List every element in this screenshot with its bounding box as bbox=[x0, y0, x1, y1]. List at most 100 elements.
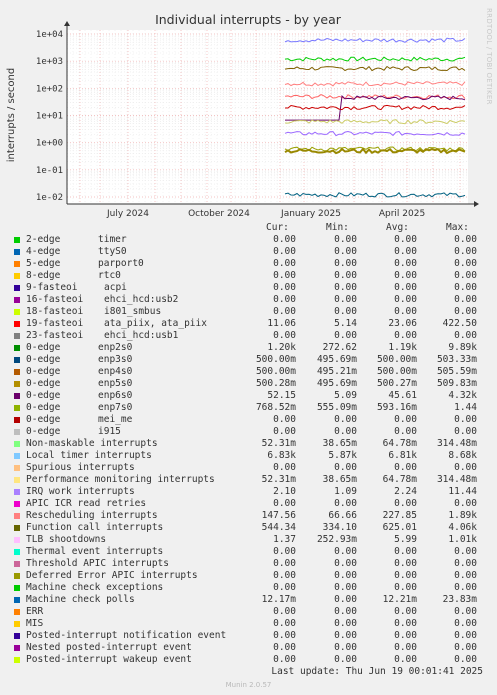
legend-name: Posted-interrupt notification event bbox=[26, 630, 227, 641]
legend-device: enp2s0 bbox=[98, 342, 133, 353]
legend-row: Spurious interrupts 0.00 0.00 0.00 0.00 bbox=[0, 462, 497, 474]
y-axis-label: interrupts / second bbox=[6, 68, 17, 162]
legend-row: 0-edge enp3s0 500.00m 495.69m 500.00m 503.33m bbox=[0, 354, 497, 366]
legend-cur: 0.00 bbox=[273, 246, 296, 257]
legend-swatch bbox=[14, 369, 20, 375]
legend-name: Local timer interrupts bbox=[26, 450, 152, 461]
legend-swatch bbox=[14, 465, 20, 471]
legend-row: 16-fasteoi ehci_hcd:usb2 0.00 0.00 0.00 0.00 bbox=[0, 294, 497, 306]
legend-max: 314.48m bbox=[436, 438, 477, 449]
legend-row: 19-fasteoi ata_piix, ata_piix 11.06 5.14 23.… bbox=[0, 318, 497, 330]
legend-swatch bbox=[14, 633, 20, 639]
legend-name: 0-edge bbox=[26, 342, 61, 353]
legend-swatch bbox=[14, 237, 20, 243]
legend-swatch bbox=[14, 501, 20, 507]
legend-device: enp3s0 bbox=[98, 354, 133, 365]
legend-name: Machine check polls bbox=[26, 594, 135, 605]
legend-swatch bbox=[14, 309, 20, 315]
legend-row: Deferred Error APIC interrupts 0.00 0.00 0.… bbox=[0, 570, 497, 582]
legend-device: enp4s0 bbox=[98, 366, 133, 377]
legend-cur: 0.00 bbox=[273, 462, 296, 473]
legend-max: 0.00 bbox=[454, 414, 477, 425]
x-axis-ticks: July 2024 October 2024 January 2025 April 2… bbox=[106, 209, 425, 219]
legend-cur: 52.31m bbox=[261, 438, 296, 449]
legend-swatch bbox=[14, 381, 20, 387]
legend-swatch bbox=[14, 321, 20, 327]
interrupts-chart: Individual interrupts - by year interrup… bbox=[6, 12, 479, 219]
legend-max: 0.00 bbox=[454, 246, 477, 257]
legend-device: enp5s0 bbox=[98, 378, 133, 389]
legend-name: 23-fasteoi bbox=[26, 330, 84, 341]
legend-row: 23-fasteoi ehci_hcd:usb1 0.00 0.00 0.00 0.00 bbox=[0, 330, 497, 342]
legend-swatch bbox=[14, 357, 20, 363]
legend-row: 0-edge enp6s0 52.15 5.09 45.61 4.32k bbox=[0, 390, 497, 402]
legend-swatch bbox=[14, 297, 20, 303]
legend-swatch bbox=[14, 285, 20, 291]
x-tick-label: April 2025 bbox=[379, 209, 425, 219]
legend-device: parport0 bbox=[98, 258, 144, 269]
header-cur: Cur: bbox=[266, 222, 289, 233]
legend-name: 0-edge bbox=[26, 390, 61, 401]
legend-row: 4-edge ttyS0 0.00 0.00 0.00 0.00 bbox=[0, 246, 497, 258]
legend-max: 1.44 bbox=[454, 402, 477, 413]
legend-name: APIC ICR read retries bbox=[26, 498, 147, 509]
legend-cur: 500.28m bbox=[255, 378, 296, 389]
legend-row: APIC ICR read retries 0.00 0.00 0.00 0.00 bbox=[0, 498, 497, 510]
legend-swatch bbox=[14, 609, 20, 615]
y-axis-arrow bbox=[64, 21, 70, 26]
legend-max: 0.00 bbox=[454, 570, 477, 581]
legend-max: 0.00 bbox=[454, 546, 477, 557]
legend-cur: 1.37 bbox=[273, 534, 296, 545]
legend-name: 9-fasteoi bbox=[26, 282, 78, 293]
legend-swatch bbox=[14, 477, 20, 483]
y-tick-label: 1e+02 bbox=[36, 84, 63, 94]
legend-max: 0.00 bbox=[454, 630, 477, 641]
legend-swatch bbox=[14, 573, 20, 579]
legend-max: 422.50 bbox=[442, 318, 477, 329]
legend-swatch bbox=[14, 597, 20, 603]
y-axis-ticks: 1e-02 1e-01 1e+00 1e+01 1e+02 1e+03 1e+04 bbox=[36, 30, 63, 203]
y-tick-label: 1e-01 bbox=[36, 166, 63, 176]
legend-swatch bbox=[14, 561, 20, 567]
legend-name: 5-edge bbox=[26, 258, 61, 269]
legend-row: Machine check polls 12.17m 0.00 12.21m 23.83… bbox=[0, 594, 497, 606]
legend-max: 0.00 bbox=[454, 426, 477, 437]
legend-row: 5-edge parport0 0.00 0.00 0.00 0.00 bbox=[0, 258, 497, 270]
legend-swatch bbox=[14, 645, 20, 651]
legend-max: 23.83m bbox=[442, 594, 477, 605]
legend-cur: 52.31m bbox=[261, 474, 296, 485]
legend-cur: 544.34 bbox=[261, 522, 296, 533]
legend-row: 0-edge enp5s0 500.28m 495.69m 500.27m 509.83m bbox=[0, 378, 497, 390]
legend-swatch bbox=[14, 657, 20, 663]
legend-cur: 0.00 bbox=[273, 306, 296, 317]
legend-row: Performance monitoring interrupts 52.31m 3… bbox=[0, 474, 497, 486]
legend-max: 503.33m bbox=[436, 354, 477, 365]
legend-row: Threshold APIC interrupts 0.00 0.00 0.00 0.0… bbox=[0, 558, 497, 570]
legend-device: timer bbox=[98, 234, 127, 245]
legend-swatch bbox=[14, 489, 20, 495]
legend-max: 505.59m bbox=[436, 366, 477, 377]
legend-row: Posted-interrupt notification event 0.00 0… bbox=[0, 630, 497, 642]
legend-name: 0-edge bbox=[26, 378, 61, 389]
legend-cur: 0.00 bbox=[273, 258, 296, 269]
legend-max: 0.00 bbox=[454, 282, 477, 293]
legend-cur: 1.20k bbox=[267, 342, 296, 353]
legend-row: Posted-interrupt wakeup event 0.00 0.00 0.0… bbox=[0, 654, 497, 666]
legend-device: ttyS0 bbox=[98, 246, 127, 257]
legend-swatch bbox=[14, 261, 20, 267]
legend-swatch bbox=[14, 393, 20, 399]
legend-device: i915 bbox=[98, 426, 121, 437]
legend-cur: 52.15 bbox=[267, 390, 296, 401]
legend-row: Rescheduling interrupts 147.56 66.66 227.85… bbox=[0, 510, 497, 522]
legend-cur: 0.00 bbox=[273, 618, 296, 629]
x-tick-label: October 2024 bbox=[188, 209, 250, 219]
x-axis-arrow bbox=[474, 201, 479, 207]
legend-name: Deferred Error APIC interrupts bbox=[26, 570, 198, 581]
legend-cur: 500.00m bbox=[255, 354, 296, 365]
legend-cur: 0.00 bbox=[273, 546, 296, 557]
legend-name: 2-edge bbox=[26, 234, 61, 245]
legend-name: Function call interrupts bbox=[26, 522, 164, 533]
legend-row: Nested posted-interrupt event 0.00 0.00 0.0… bbox=[0, 642, 497, 654]
legend-cur: 0.00 bbox=[273, 330, 296, 341]
legend-swatch bbox=[14, 537, 20, 543]
